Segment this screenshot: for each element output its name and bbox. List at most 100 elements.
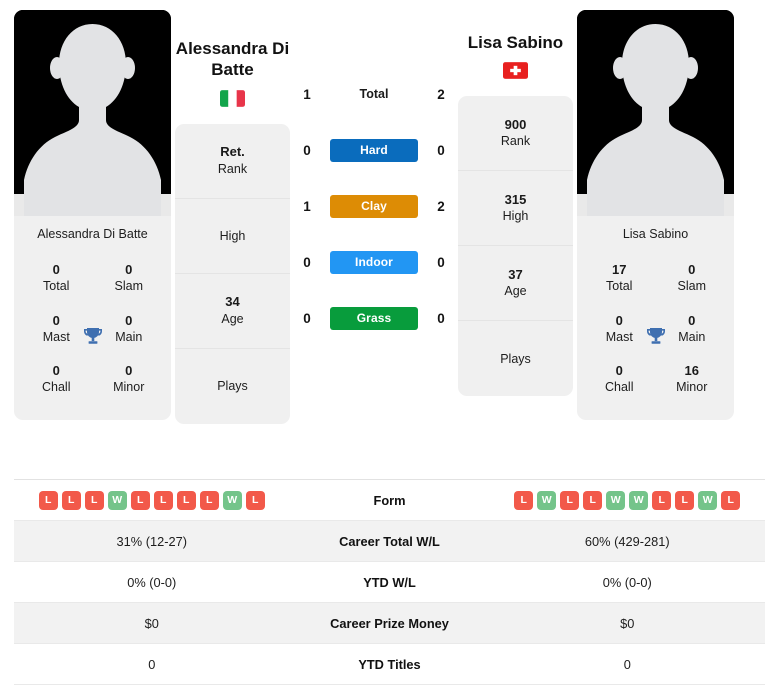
h2h-right-score: 0	[437, 254, 445, 270]
info-label: Plays	[500, 351, 531, 366]
h2h-row-hard: 0 Hard 0	[294, 122, 454, 178]
player-avatar-placeholder-icon	[14, 10, 171, 216]
form-badge-loss[interactable]: L	[130, 490, 150, 510]
left-player-photo-card[interactable]: Alessandra Di Batte 0 Total 0 Slam 0 Mas…	[14, 10, 171, 420]
title-value: 0	[688, 262, 696, 277]
title-cell: 0 Slam	[93, 254, 166, 305]
row-label: Career Prize Money	[330, 615, 449, 631]
head-to-head-column: 1 Total 2 0 Hard 0 1 Clay 2 0 Indoor 0 0…	[294, 10, 454, 346]
h2h-row-indoor: 0 Indoor 0	[294, 234, 454, 290]
left-value: 0	[148, 656, 156, 672]
left-player-name[interactable]: Alessandra Di Batte	[175, 38, 290, 81]
right-player-titles-grid: 17 Total 0 Slam 0 Mast 0 Main 0 Chall 16…	[577, 254, 734, 420]
title-cell: 0 Chall	[20, 355, 93, 406]
table-row-career-prize-money: $0 Career Prize Money $0	[14, 603, 765, 644]
right-player-info-card: 900 Rank 315 High 37 Age Plays	[458, 96, 573, 397]
form-badge-win[interactable]: W	[698, 490, 718, 510]
h2h-label-wrap: Hard	[320, 138, 428, 162]
title-label: Chall	[605, 380, 634, 395]
h2h-row-total: 1 Total 2	[294, 66, 454, 122]
form-badge-loss[interactable]: L	[652, 490, 672, 510]
title-cell: 0 Total	[20, 254, 93, 305]
title-value: 0	[125, 262, 133, 277]
form-badge-loss[interactable]: L	[514, 490, 534, 510]
title-value: 16	[684, 363, 699, 378]
h2h-left-score: 0	[303, 142, 311, 158]
row-label-form: Form	[373, 492, 406, 508]
trophy-icon-glyph	[646, 327, 665, 344]
trophy-icon	[643, 324, 669, 350]
form-badge-loss[interactable]: L	[721, 490, 741, 510]
h2h-row-grass: 0 Grass 0	[294, 290, 454, 346]
title-value: 0	[125, 363, 133, 378]
left-player-photo-caption: Alessandra Di Batte	[37, 227, 148, 241]
flag-italy-glyph	[220, 89, 245, 107]
title-label: Minor	[113, 380, 145, 395]
form-badge-loss[interactable]: L	[675, 490, 695, 510]
left-player-photo	[14, 10, 171, 216]
form-badge-loss[interactable]: L	[245, 490, 265, 510]
right-value: 0% (0-0)	[602, 574, 652, 590]
form-badge-win[interactable]: W	[606, 490, 626, 510]
title-value: 0	[52, 363, 60, 378]
right-form-strip: LWLLWWLLWL	[490, 490, 766, 510]
form-badge-loss[interactable]: L	[199, 490, 219, 510]
title-label: Chall	[42, 380, 71, 395]
right-value: 60% (429-281)	[584, 533, 670, 549]
info-label: High	[219, 228, 246, 243]
info-label: High	[502, 209, 529, 224]
title-label: Minor	[676, 380, 708, 395]
left-form-strip: LLLWLLLLWL	[14, 490, 290, 510]
trophy-icon-glyph	[83, 327, 102, 344]
right-player-photo-card[interactable]: Lisa Sabino 17 Total 0 Slam 0 Mast 0 Mai…	[577, 10, 734, 420]
h2h-label-wrap: Clay	[320, 194, 428, 218]
surface-badge-indoor[interactable]: Indoor	[330, 250, 418, 274]
info-label: Age	[504, 284, 527, 299]
right-value: $0	[620, 615, 635, 631]
trophy-icon	[80, 324, 106, 350]
player-comparison-page: Alessandra Di Batte 0 Total 0 Slam 0 Mas…	[0, 0, 779, 699]
info-label: Rank	[500, 134, 531, 149]
form-badge-loss[interactable]: L	[38, 490, 58, 510]
comparison-stats-table: LLLWLLLLWL Form LWLLWWLLWL 31% (12-27) C…	[14, 479, 765, 685]
left-player-info-card: Ret. Rank High 34 Age Plays	[175, 123, 290, 424]
surface-badge-grass[interactable]: Grass	[330, 306, 418, 330]
form-badge-loss[interactable]: L	[176, 490, 196, 510]
title-cell: 17 Total	[583, 254, 656, 305]
h2h-right-score: 2	[437, 198, 445, 214]
form-badge-loss[interactable]: L	[61, 490, 81, 510]
surface-badge-clay[interactable]: Clay	[330, 194, 418, 218]
row-label: YTD W/L	[363, 574, 416, 590]
form-badge-loss[interactable]: L	[84, 490, 104, 510]
h2h-left-score: 0	[303, 310, 311, 326]
table-row-career-total-wl: 31% (12-27) Career Total W/L 60% (429-28…	[14, 521, 765, 562]
form-badge-loss[interactable]: L	[560, 490, 580, 510]
form-badge-win[interactable]: W	[222, 490, 242, 510]
table-row-ytd-titles: 0 YTD Titles 0	[14, 644, 765, 685]
info-label: Age	[221, 311, 244, 326]
form-badge-win[interactable]: W	[629, 490, 649, 510]
left-form-cell: LLLWLLLLWL	[14, 490, 290, 510]
info-label: Plays	[217, 379, 248, 394]
form-badge-win[interactable]: W	[537, 490, 557, 510]
title-value: 17	[612, 262, 627, 277]
form-badge-loss[interactable]: L	[583, 490, 603, 510]
surface-badge-hard[interactable]: Hard	[330, 138, 418, 162]
title-label: Total	[43, 279, 70, 294]
h2h-label-wrap: Grass	[320, 306, 428, 330]
info-value: 37	[508, 266, 523, 282]
right-player-photo-caption: Lisa Sabino	[622, 227, 689, 241]
player-avatar-placeholder-icon	[577, 10, 734, 216]
right-player-name[interactable]: Lisa Sabino	[468, 32, 563, 53]
comparison-header: Alessandra Di Batte 0 Total 0 Slam 0 Mas…	[0, 0, 779, 470]
title-value: 0	[615, 363, 623, 378]
h2h-row-clay: 1 Clay 2	[294, 178, 454, 234]
flag-switzerland-icon	[503, 62, 528, 80]
title-label: Slam	[677, 279, 706, 294]
right-player-info-column: Lisa Sabino 900 Rank 315 High 37 Age Pla…	[458, 10, 573, 397]
form-badge-win[interactable]: W	[107, 490, 127, 510]
form-badge-loss[interactable]: L	[153, 490, 173, 510]
title-cell: 16 Minor	[656, 355, 729, 406]
info-row-rank: Ret. Rank	[175, 124, 290, 199]
info-row-plays: Plays	[175, 349, 290, 424]
